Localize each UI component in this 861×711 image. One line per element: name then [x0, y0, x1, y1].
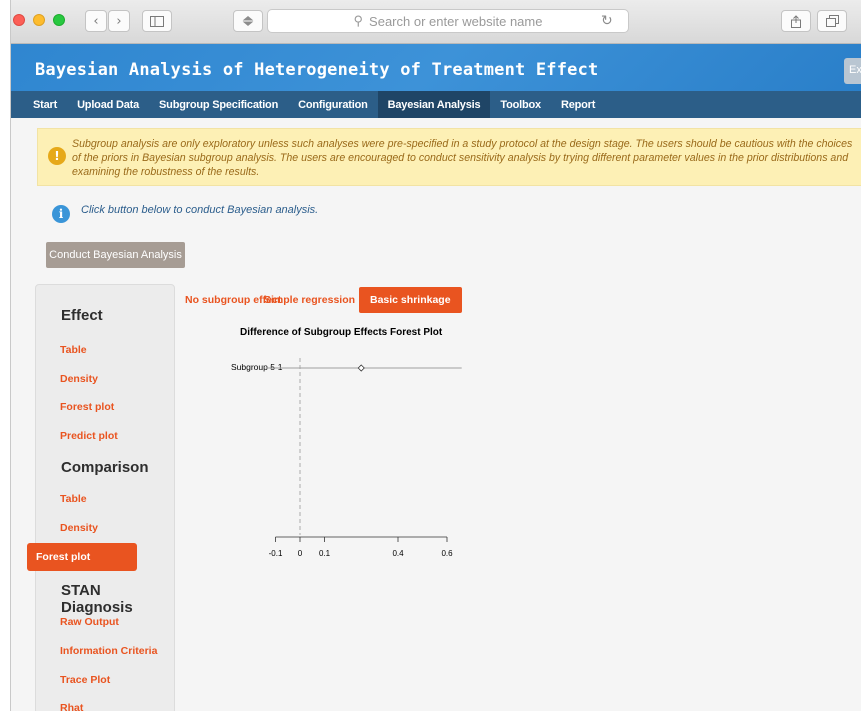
minimize-window-button[interactable] — [33, 14, 45, 26]
conduct-bayesian-analysis-button[interactable]: Conduct Bayesian Analysis — [46, 242, 185, 268]
reload-icon[interactable]: ↻ — [601, 13, 613, 29]
forest-plot: Difference of Subgroup Effects Forest Pl… — [187, 320, 507, 570]
shield-icon — [242, 16, 254, 26]
browser-toolbar: ‹ › ⚲ Search or enter website name ↻ — [11, 0, 861, 44]
tabs-overview-button[interactable] — [817, 10, 847, 32]
exit-button[interactable]: Exit — [844, 58, 861, 84]
nav-start[interactable]: Start — [23, 91, 67, 118]
sidebar-item-raw-output[interactable]: Raw Output — [60, 616, 119, 628]
sidebar-toggle-button[interactable] — [142, 10, 172, 32]
share-button[interactable] — [781, 10, 811, 32]
nav-configuration[interactable]: Configuration — [288, 91, 378, 118]
x-tick-label: 0.6 — [441, 549, 453, 558]
warning-text: Subgroup analysis are only exploratory u… — [72, 138, 853, 178]
nav-report[interactable]: Report — [551, 91, 605, 118]
nav-toolbox[interactable]: Toolbox — [490, 91, 551, 118]
app-title: Bayesian Analysis of Heterogeneity of Tr… — [35, 60, 599, 80]
nav-upload-data[interactable]: Upload Data — [67, 91, 149, 118]
sidebar-item-comparison-forest-plot[interactable]: Forest plot — [27, 543, 137, 571]
sidebar-item-information-criteria[interactable]: Information Criteria — [60, 645, 157, 657]
address-placeholder: Search or enter website name — [369, 13, 543, 29]
app-header: Bayesian Analysis of Heterogeneity of Tr… — [11, 44, 861, 91]
forward-icon: › — [116, 13, 122, 29]
tab-simple-regression[interactable]: Simple regression — [260, 287, 359, 313]
back-button[interactable]: ‹ — [85, 10, 107, 32]
zoom-window-button[interactable] — [53, 14, 65, 26]
sidebar-item-rhat[interactable]: Rhat — [60, 702, 83, 711]
tabs-icon — [825, 15, 839, 27]
tab-basic-shrinkage[interactable]: Basic shrinkage — [359, 287, 462, 313]
back-icon: ‹ — [93, 13, 99, 29]
nav-subgroup-specification[interactable]: Subgroup Specification — [149, 91, 288, 118]
info-text: Click button below to conduct Bayesian a… — [81, 204, 319, 216]
forward-button[interactable]: › — [108, 10, 130, 32]
warning-icon: ! — [48, 147, 66, 165]
sidebar-item-effect-predict-plot[interactable]: Predict plot — [60, 430, 118, 442]
sidebar-icon — [150, 15, 164, 27]
shields-button[interactable] — [233, 10, 263, 32]
info-icon: i — [52, 205, 70, 223]
search-icon: ⚲ — [353, 13, 364, 28]
x-tick-label: 0.4 — [392, 549, 404, 558]
sidebar-item-trace-plot[interactable]: Trace Plot — [60, 674, 110, 686]
warning-alert: ! Subgroup analysis are only exploratory… — [37, 128, 861, 186]
sidebar-item-effect-forest-plot[interactable]: Forest plot — [60, 401, 114, 413]
point-estimate — [357, 364, 365, 372]
sidebar-section-stan-diagnosis: STAN Diagnosis — [61, 582, 133, 616]
address-bar[interactable]: ⚲ Search or enter website name — [267, 9, 629, 33]
sidebar-item-effect-density[interactable]: Density — [60, 373, 98, 385]
sidebar-section-comparison: Comparison — [61, 459, 149, 476]
browser-window: ‹ › ⚲ Search or enter website name ↻ Bay… — [10, 0, 861, 711]
share-icon — [791, 14, 801, 28]
nav-bayesian-analysis[interactable]: Bayesian Analysis — [377, 91, 491, 118]
sidebar-section-effect: Effect — [61, 307, 103, 324]
sidebar: Effect Table Density Forest plot Predict… — [35, 284, 175, 711]
sidebar-item-comparison-table[interactable]: Table — [60, 493, 87, 505]
x-tick-label: 0 — [297, 549, 303, 558]
sidebar-item-comparison-density[interactable]: Density — [60, 522, 98, 534]
x-tick-label: -0.1 — [268, 549, 283, 558]
forest-plot-svg — [265, 358, 462, 542]
close-window-button[interactable] — [13, 14, 25, 26]
x-tick-label: 0.1 — [318, 549, 331, 558]
sidebar-item-effect-table[interactable]: Table — [60, 344, 87, 356]
main-nav: Start Upload Data Subgroup Specification… — [11, 91, 861, 118]
